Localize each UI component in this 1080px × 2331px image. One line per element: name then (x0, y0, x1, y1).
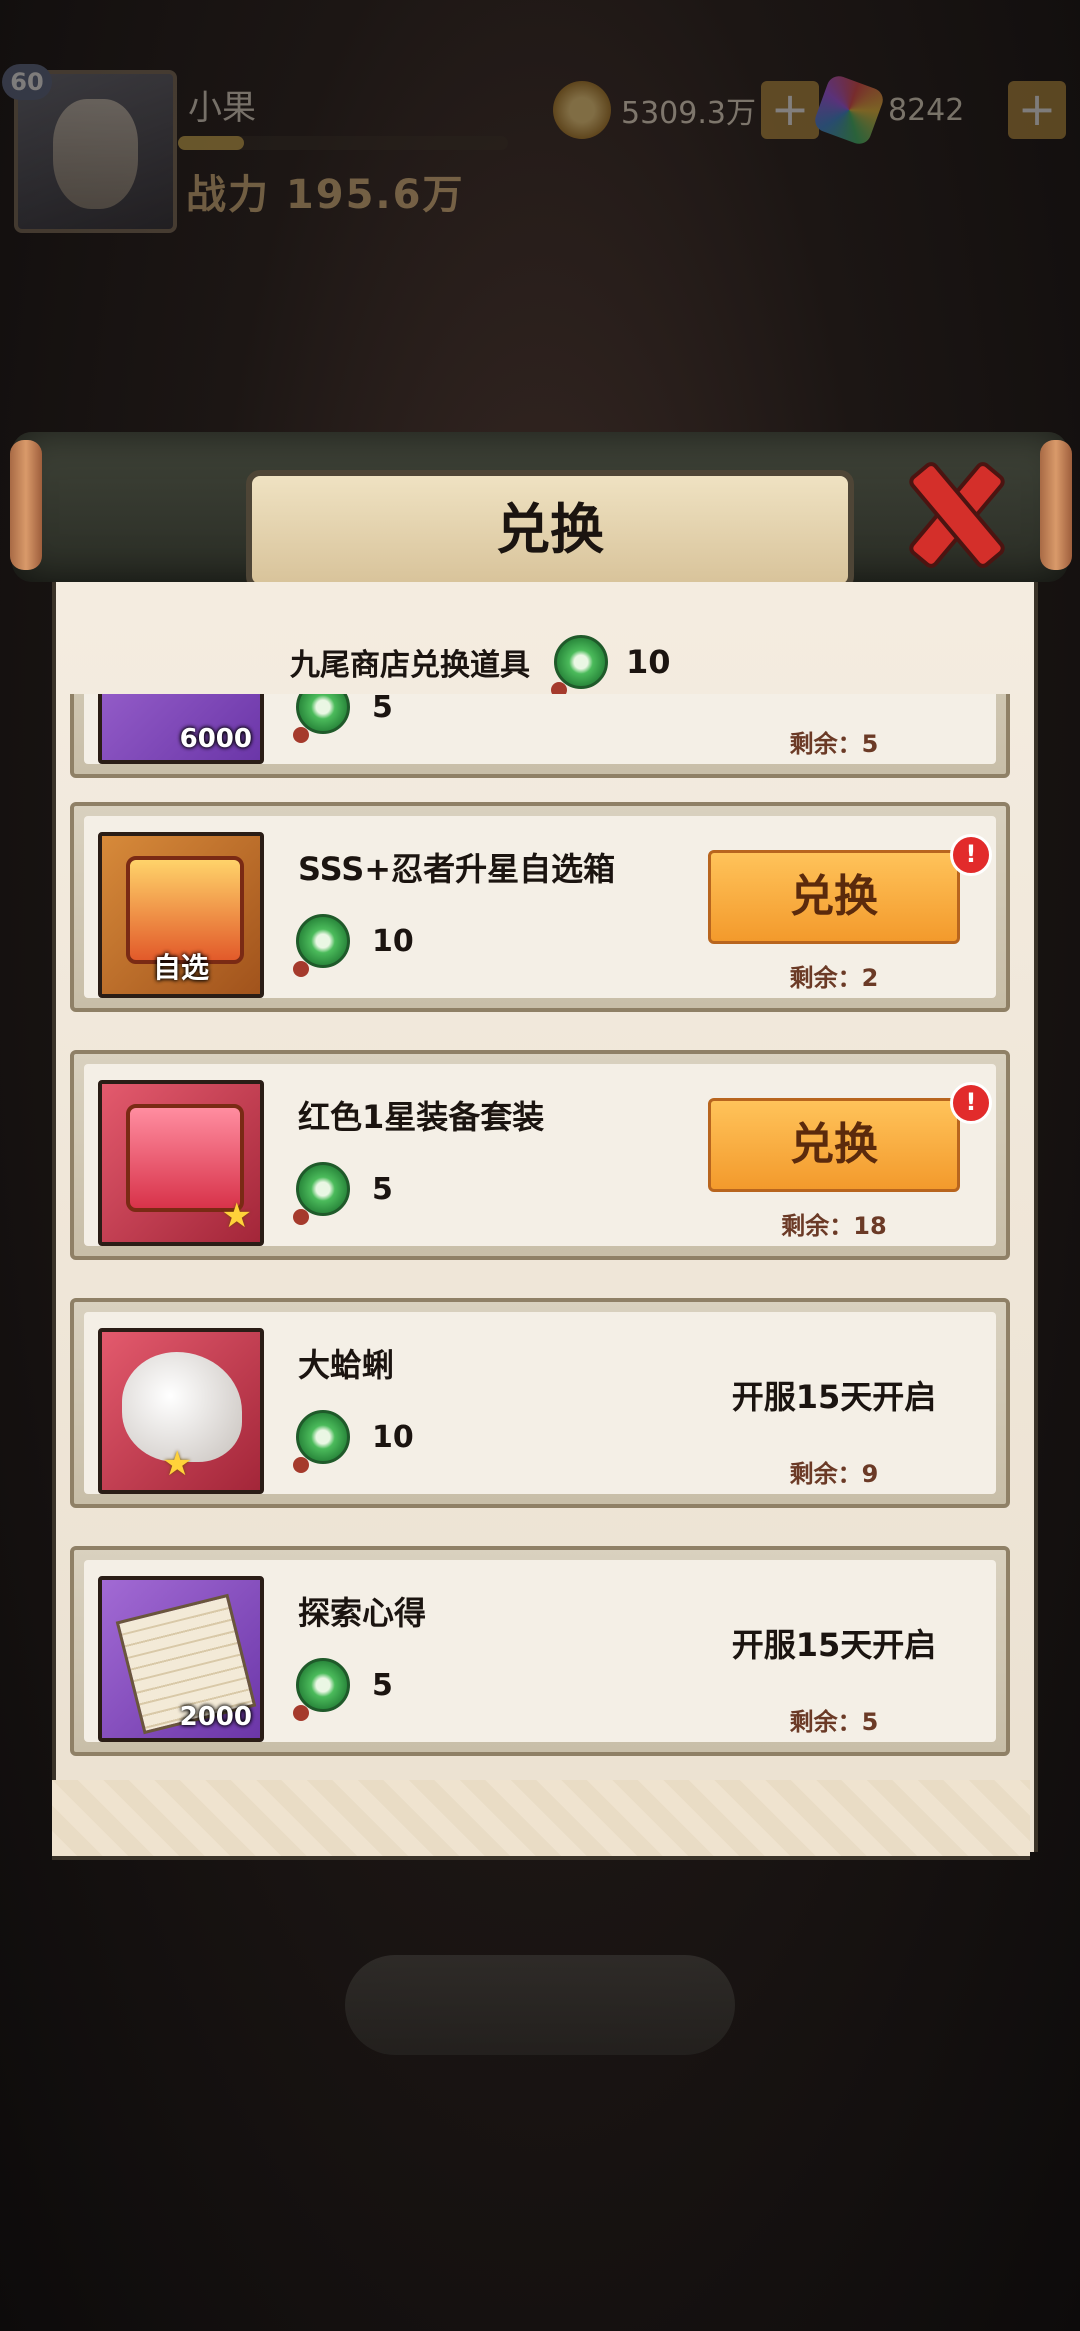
item-name: SSS+忍者升星自选箱 (298, 850, 616, 888)
currency-row: 九尾商店兑换道具 10 (290, 632, 671, 698)
scroll-right-end (1040, 440, 1072, 570)
scroll-left-end (10, 440, 42, 570)
dialog-title: 兑换 (496, 497, 604, 561)
item-count: 6000 (179, 724, 252, 754)
exchange-item-card: ★ 大蛤蜊 10 开服15天开启 剩余：9 (70, 1298, 1010, 1508)
gem-icon (811, 72, 887, 148)
item-price: 10 (293, 1410, 414, 1473)
exchange-button[interactable]: 兑换 (708, 850, 960, 944)
item-price: 5 (293, 1658, 393, 1721)
player-level-badge: 60 (2, 64, 52, 100)
item-name: 红色1星装备套装 (298, 1098, 545, 1136)
price-amount: 5 (372, 1171, 393, 1207)
close-button[interactable] (890, 452, 1008, 572)
price-amount: 5 (372, 694, 393, 725)
select-tag: 自选 (152, 951, 209, 984)
add-gem-button[interactable]: + (1008, 81, 1066, 139)
item-count: 2000 (179, 1702, 252, 1732)
star-icon: ★ (162, 1444, 193, 1484)
exchange-item-card: ★ 红色1星装备套装 5 兑换 ! 剩余：18 (70, 1050, 1010, 1260)
remaining-count: 剩余：2 (789, 964, 879, 992)
price-amount: 10 (372, 1419, 414, 1455)
jade-coin-icon (293, 694, 350, 743)
clam-icon: ★ (98, 1328, 264, 1494)
item-price: 5 (293, 694, 393, 743)
exchange-button[interactable]: 兑换 (708, 1098, 960, 1192)
remaining-count: 剩余：18 (781, 1212, 887, 1240)
alert-icon: ! (950, 834, 992, 876)
item-price: 5 (293, 1162, 393, 1225)
exchange-item-card: 自选 SSS+忍者升星自选箱 10 兑换 ! 剩余：2 (70, 802, 1010, 1012)
exp-bar-fill (178, 136, 244, 150)
coin-icon (553, 81, 611, 139)
gem-value: 8242 (888, 92, 965, 128)
remaining-count: 剩余：9 (789, 1460, 879, 1488)
gem-resource: 8242 + (811, 72, 1066, 148)
exchange-item-card: 2000 探索心得 5 开服15天开启 剩余：5 (70, 1546, 1010, 1756)
unlock-condition: 开服15天开启 (731, 1378, 937, 1416)
player-name: 小果 (188, 88, 256, 128)
jade-coin-icon (551, 635, 608, 698)
avatar-face (53, 99, 138, 209)
exp-bar (178, 136, 508, 150)
currency-label: 九尾商店兑换道具 (290, 648, 530, 683)
jade-coin-icon (293, 1162, 350, 1225)
price-amount: 5 (372, 1667, 393, 1703)
background-button (345, 1955, 735, 2055)
jade-coin-icon (293, 1410, 350, 1473)
star-icon: ★ (221, 1196, 252, 1236)
item-name: 探索心得 (298, 1594, 427, 1632)
remaining-count: 剩余：5 (789, 1708, 879, 1736)
jade-coin-icon (293, 1658, 350, 1721)
alert-icon: ! (950, 1082, 992, 1124)
silver-item-icon: 6000 (98, 694, 264, 764)
currency-amount: 10 (626, 643, 671, 681)
price-amount: 10 (372, 923, 414, 959)
item-name: 大蛤蜊 (298, 1346, 395, 1384)
coin-resource: 5309.3万 + (553, 78, 819, 142)
exchange-list[interactable]: 6000 5 剩余：5 自选 SSS+忍者升星自选箱 10 兑换 ! 剩余：2 … (70, 694, 1012, 1780)
jade-coin-icon (293, 914, 350, 977)
add-coin-button[interactable]: + (761, 81, 819, 139)
combat-power: 战力 195.6万 (186, 172, 465, 218)
player-top-bar: 60 小果 战力 195.6万 5309.3万 + 8242 + (0, 50, 1080, 240)
red-box-icon: ★ (98, 1080, 264, 1246)
remaining-count: 剩余：5 (789, 730, 879, 758)
unlock-condition: 开服15天开启 (731, 1626, 937, 1664)
scroll-papers-icon: 2000 (98, 1576, 264, 1742)
item-price: 10 (293, 914, 414, 977)
dialog-paper-bottom (52, 1780, 1030, 1860)
exchange-item-card: 6000 5 剩余：5 (70, 694, 1010, 778)
coin-value: 5309.3万 (621, 96, 756, 131)
orange-select-box-icon: 自选 (98, 832, 264, 998)
